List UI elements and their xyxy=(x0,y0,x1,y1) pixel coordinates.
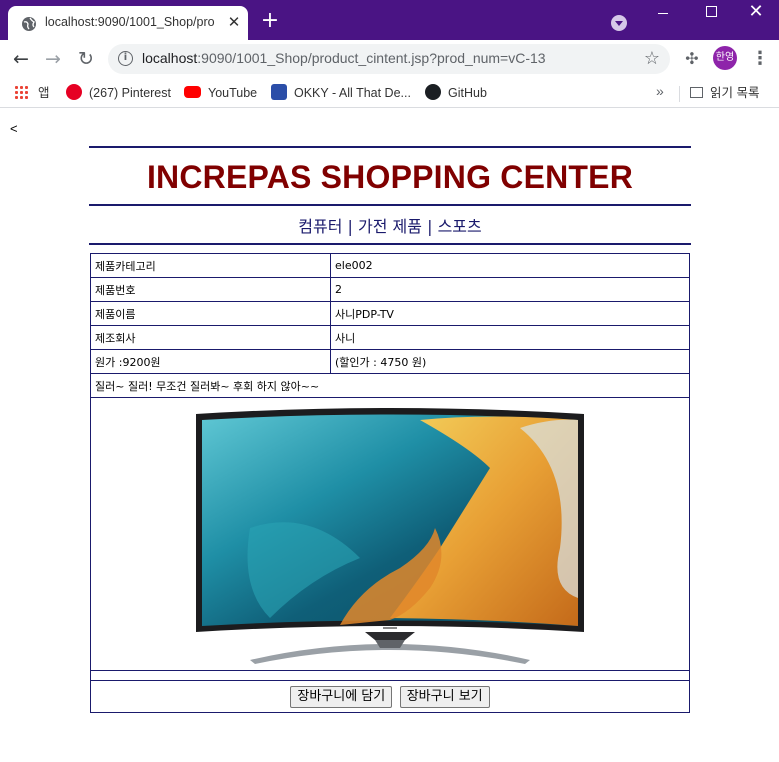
row-label: 원가 :9200원 xyxy=(90,349,331,374)
spacer-row xyxy=(90,670,690,681)
back-link[interactable]: < xyxy=(10,121,18,136)
reading-list-label: 읽기 목록 xyxy=(710,86,760,100)
view-cart-button[interactable]: 장바구니 보기 xyxy=(399,685,490,708)
apps-icon xyxy=(14,85,28,99)
row-value: 사니 xyxy=(330,325,690,350)
tab-close-icon[interactable]: ✕ xyxy=(225,13,243,31)
browser-tab[interactable]: localhost:9090/1001_Shop/prod ✕ xyxy=(8,6,248,40)
bookmark-pinterest[interactable]: (267) Pinterest xyxy=(66,83,171,103)
back-arrow-icon[interactable]: ← xyxy=(10,48,32,70)
table-row: 제품카테고리 ele002 xyxy=(90,253,690,278)
bookmark-label: 앱 xyxy=(38,86,50,100)
browser-toolbar: ← → ↻ i localhost:9090/1001_Shop/product… xyxy=(0,40,779,78)
row-value: 2 xyxy=(330,277,690,302)
pinterest-icon xyxy=(66,84,82,100)
table-row: 원가 :9200원 (할인가 : 4750 원) xyxy=(90,349,690,374)
window-close-icon[interactable]: ✕ xyxy=(733,2,779,22)
product-description: 질러~ 질러! 무조건 질러봐~ 후회 하지 않아~~ xyxy=(90,373,690,398)
more-menu-icon[interactable]: ⋮ xyxy=(751,48,769,70)
url-text[interactable]: localhost:9090/1001_Shop/product_cintent… xyxy=(142,50,546,66)
row-label: 제품카테고리 xyxy=(90,253,331,278)
bookmark-label: (267) Pinterest xyxy=(89,86,171,100)
url-host: localhost xyxy=(142,50,198,66)
description-row: 질러~ 질러! 무조건 질러봐~ 후회 하지 않아~~ xyxy=(90,373,690,398)
page-title: INCREPAS SHOPPING CENTER xyxy=(146,159,634,195)
new-tab-icon[interactable]: + xyxy=(259,10,281,32)
browser-tabstrip: localhost:9090/1001_Shop/prod ✕ + ✕ xyxy=(0,0,779,40)
reload-icon[interactable]: ↻ xyxy=(75,48,97,70)
table-row: 제품번호 2 xyxy=(90,277,690,302)
nav-item-appliances[interactable]: 가전 제품 xyxy=(358,217,422,236)
row-value: ele002 xyxy=(330,253,690,278)
forward-arrow-icon[interactable]: → xyxy=(42,48,64,70)
page-content: < INCREPAS SHOPPING CENTER 컴퓨터 | 가전 제품 |… xyxy=(0,109,779,762)
github-icon xyxy=(425,84,441,100)
title-bottom-rule xyxy=(89,204,691,206)
add-to-cart-button[interactable]: 장바구니에 담기 xyxy=(290,685,393,708)
globe-icon xyxy=(22,17,36,31)
table-row: 제조회사 사니 xyxy=(90,325,690,350)
bookmark-label: GitHub xyxy=(448,86,487,100)
nav-item-computer[interactable]: 컴퓨터 xyxy=(298,217,342,236)
bookmarks-overflow-icon[interactable]: » xyxy=(656,83,664,99)
row-label: 제품번호 xyxy=(90,277,331,302)
title-top-rule xyxy=(89,146,691,148)
url-path: :9090/1001_Shop/product_cintent.jsp?prod… xyxy=(197,50,546,66)
bookmark-label: YouTube xyxy=(208,86,258,100)
category-nav: 컴퓨터 | 가전 제품 | 스포츠 xyxy=(89,213,691,237)
extensions-icon[interactable]: ✣ xyxy=(683,50,701,68)
bookmark-okky[interactable]: OKKY - All That De... xyxy=(271,83,411,103)
spacer-cell xyxy=(90,670,690,681)
nav-separator: | xyxy=(347,217,353,236)
row-label: 제조회사 xyxy=(90,325,331,350)
product-image-cell xyxy=(90,397,690,671)
row-value: (할인가 : 4750 원) xyxy=(330,349,690,374)
youtube-icon xyxy=(184,86,201,98)
nav-item-sports[interactable]: 스포츠 xyxy=(438,217,482,236)
bookmarks-bar: 앱 (267) Pinterest YouTube OKKY - All Tha… xyxy=(0,78,779,108)
reading-list-icon xyxy=(690,87,703,98)
bookmarks-divider xyxy=(679,86,680,102)
reading-list-button[interactable]: 읽기 목록 xyxy=(690,83,759,103)
product-table: 제품카테고리 ele002 제품번호 2 제품이름 사니PDP-TV 제조회사 … xyxy=(90,253,690,713)
address-bar[interactable]: i localhost:9090/1001_Shop/product_cinte… xyxy=(108,44,670,74)
okky-icon xyxy=(271,84,287,100)
profile-avatar[interactable]: 한영 xyxy=(713,46,737,70)
maximize-icon[interactable] xyxy=(688,2,734,22)
row-value: 사니PDP-TV xyxy=(330,301,690,326)
nav-bottom-rule xyxy=(89,243,691,245)
bookmark-apps[interactable]: 앱 xyxy=(14,83,50,103)
product-image xyxy=(196,408,584,664)
nav-separator: | xyxy=(427,217,433,236)
button-cell: 장바구니에 담기 장바구니 보기 xyxy=(90,680,690,713)
bookmark-youtube[interactable]: YouTube xyxy=(184,83,257,103)
row-label: 제품이름 xyxy=(90,301,331,326)
image-row xyxy=(90,397,690,671)
bookmark-star-icon[interactable]: ☆ xyxy=(644,48,660,69)
button-row: 장바구니에 담기 장바구니 보기 xyxy=(90,680,690,713)
tab-search-icon[interactable] xyxy=(611,15,627,31)
table-row: 제품이름 사니PDP-TV xyxy=(90,301,690,326)
tab-title: localhost:9090/1001_Shop/prod xyxy=(45,15,215,29)
info-icon[interactable]: i xyxy=(118,51,133,66)
minimize-icon[interactable] xyxy=(640,2,686,22)
bookmark-github[interactable]: GitHub xyxy=(425,83,487,103)
bookmark-label: OKKY - All That De... xyxy=(294,86,411,100)
